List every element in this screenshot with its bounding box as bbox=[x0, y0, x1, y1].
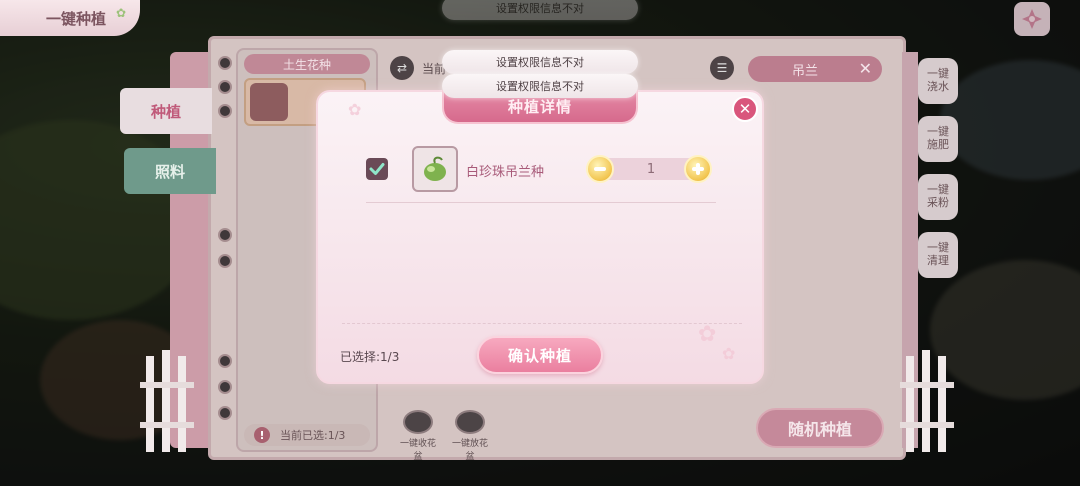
seed-icon bbox=[424, 156, 446, 181]
search-filter-value: 吊兰 bbox=[792, 63, 819, 79]
sprout-icon: ✿ bbox=[115, 6, 126, 20]
collect-pots-button[interactable]: 一键收花盆 bbox=[396, 410, 440, 462]
seed-item-name: 白珍珠吊兰种 bbox=[466, 165, 545, 180]
selected-status-bar: ! 当前已选:1/3 bbox=[244, 424, 370, 446]
plus-icon bbox=[692, 163, 704, 175]
page-title-tab: 一键种植 ✿ bbox=[0, 0, 140, 36]
toast-message: 设置权限信息不对 bbox=[442, 0, 638, 20]
selected-count: 已选择:1/3 bbox=[340, 350, 400, 364]
tab-plant[interactable]: 种植 bbox=[120, 88, 212, 134]
collect-pots-label: 一键收花盆 bbox=[399, 439, 436, 462]
filter-icon[interactable]: ⇄ bbox=[390, 56, 414, 80]
flower-decoration: ✿ bbox=[348, 100, 362, 119]
pot-icon bbox=[403, 410, 433, 434]
toast-message: 设置权限信息不对 bbox=[442, 74, 638, 98]
fence-decoration-right bbox=[900, 350, 954, 452]
place-pots-label: 一键放花盆 bbox=[451, 439, 488, 462]
close-icon: ✕ bbox=[738, 100, 752, 118]
seed-bag-icon bbox=[250, 83, 288, 121]
search-filter-pill[interactable]: 吊兰 ✕ bbox=[748, 56, 882, 82]
place-pots-button[interactable]: 一键放花盆 bbox=[448, 410, 492, 462]
page-title: 一键种植 bbox=[46, 9, 107, 28]
fertilize-all-button[interactable]: 一键 施肥 bbox=[918, 116, 958, 162]
water-all-button[interactable]: 一键 浇水 bbox=[918, 58, 958, 104]
clean-all-button[interactable]: 一键 清理 bbox=[918, 232, 958, 278]
warning-icon: ! bbox=[254, 427, 270, 443]
seed-item-thumbnail bbox=[412, 146, 458, 192]
checkmark-icon bbox=[369, 163, 385, 175]
divider bbox=[366, 202, 716, 203]
flower-menu-icon bbox=[1022, 9, 1042, 29]
seed-category-header[interactable]: 土生花种 bbox=[244, 54, 370, 74]
flower-decoration: ✿ bbox=[722, 344, 736, 363]
quantity-value: 1 bbox=[646, 161, 656, 177]
tab-care[interactable]: 照料 bbox=[124, 148, 216, 194]
pot-icon bbox=[455, 410, 485, 434]
decrease-button[interactable] bbox=[586, 155, 614, 183]
selected-status-text: 当前已选:1/3 bbox=[280, 429, 346, 442]
increase-button[interactable] bbox=[684, 155, 712, 183]
item-checkbox[interactable] bbox=[366, 158, 388, 180]
menu-button[interactable] bbox=[1014, 2, 1050, 36]
minus-icon bbox=[594, 167, 606, 171]
random-plant-button[interactable]: 随机种植 bbox=[756, 408, 884, 448]
confirm-plant-button[interactable]: 确认种植 bbox=[477, 336, 603, 374]
clear-search-icon[interactable]: ✕ bbox=[859, 59, 872, 78]
toast-message: 设置权限信息不对 bbox=[442, 50, 638, 74]
close-dialog-button[interactable]: ✕ bbox=[732, 96, 758, 122]
pollinate-all-button[interactable]: 一键 采粉 bbox=[918, 174, 958, 220]
flower-decoration: ✿ bbox=[698, 322, 717, 347]
dotted-divider bbox=[342, 323, 742, 324]
sort-icon[interactable]: ☰ bbox=[710, 56, 734, 80]
fence-decoration-left bbox=[140, 350, 194, 452]
